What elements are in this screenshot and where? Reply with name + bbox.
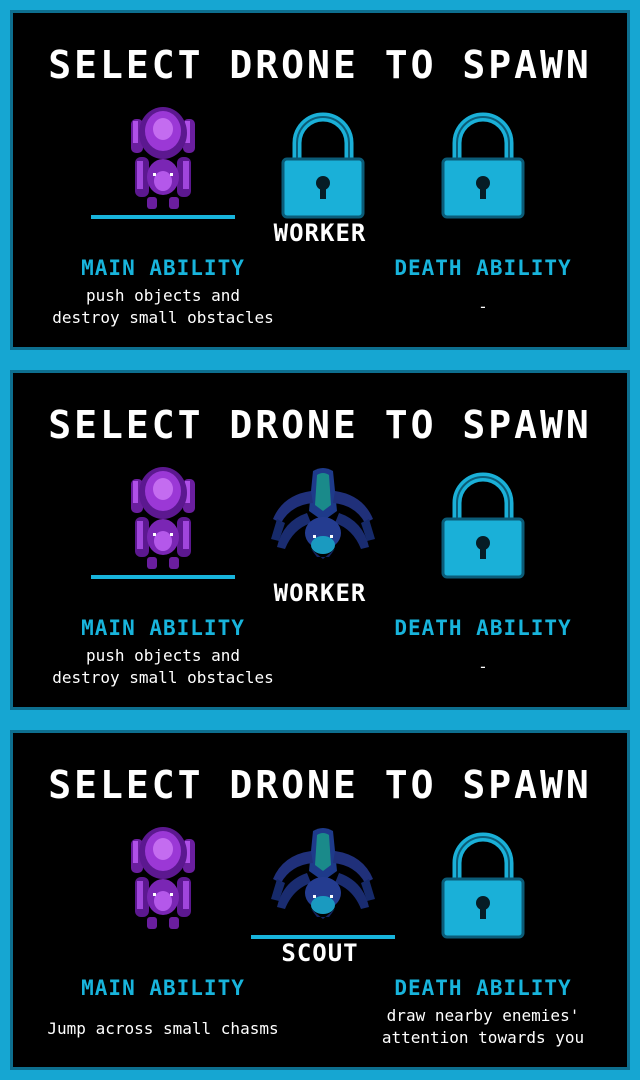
worker-drone-icon [131,467,195,569]
scout-drone-slot[interactable] [263,461,383,581]
lock-icon [441,472,525,579]
main-ability-text-line-1: push objects and [85,286,241,305]
drone-select-panel-1: SELECT DRONE TO SPAWN WORKER MAIN ABILIT… [10,10,630,350]
drone-select-panel-2: SELECT DRONE TO SPAWN WORKER MAIN ABILIT… [10,370,630,710]
main-ability-text-line-2: destroy small obstacles [52,668,274,687]
death-ability-label: DEATH ABILITY [394,976,572,1000]
death-ability-text: - [478,297,488,316]
scout-drone-slot[interactable] [263,821,383,941]
death-ability-text: - [478,657,488,676]
panel-title: SELECT DRONE TO SPAWN [48,403,592,447]
drone-name: SCOUT [281,939,359,967]
worker-drone-icon [131,827,195,929]
scout-drone-icon [271,468,375,559]
lock-icon [441,832,525,939]
panel-title: SELECT DRONE TO SPAWN [48,763,592,807]
lock-icon [281,112,365,219]
worker-drone-slot[interactable] [103,821,223,941]
death-ability-text-line-2: attention towards you [381,1028,585,1047]
worker-drone-icon [131,107,195,209]
death-ability-label: DEATH ABILITY [394,616,572,640]
panel-title: SELECT DRONE TO SPAWN [48,43,592,87]
locked-slot-2 [263,101,383,221]
locked-slot-3 [423,101,543,221]
main-ability-text-line-1: push objects and [85,646,241,665]
worker-drone-slot[interactable] [103,461,223,581]
worker-drone-slot[interactable] [103,101,223,221]
main-ability-label: MAIN ABILITY [81,616,245,640]
lock-icon [441,112,525,219]
death-ability-label: DEATH ABILITY [394,256,572,280]
main-ability-text-line-2: destroy small obstacles [52,308,274,327]
drone-name: WORKER [273,579,367,607]
locked-slot-3 [423,821,543,941]
scout-drone-icon [271,828,375,919]
drone-name: WORKER [273,219,367,247]
main-ability-text: Jump across small chasms [47,1019,279,1038]
main-ability-label: MAIN ABILITY [81,976,245,1000]
drone-select-panel-3: SELECT DRONE TO SPAWN SCOUT MAIN ABILITY… [10,730,630,1070]
main-ability-label: MAIN ABILITY [81,256,245,280]
death-ability-text-line-1: draw nearby enemies' [386,1006,580,1025]
locked-slot-3 [423,461,543,581]
